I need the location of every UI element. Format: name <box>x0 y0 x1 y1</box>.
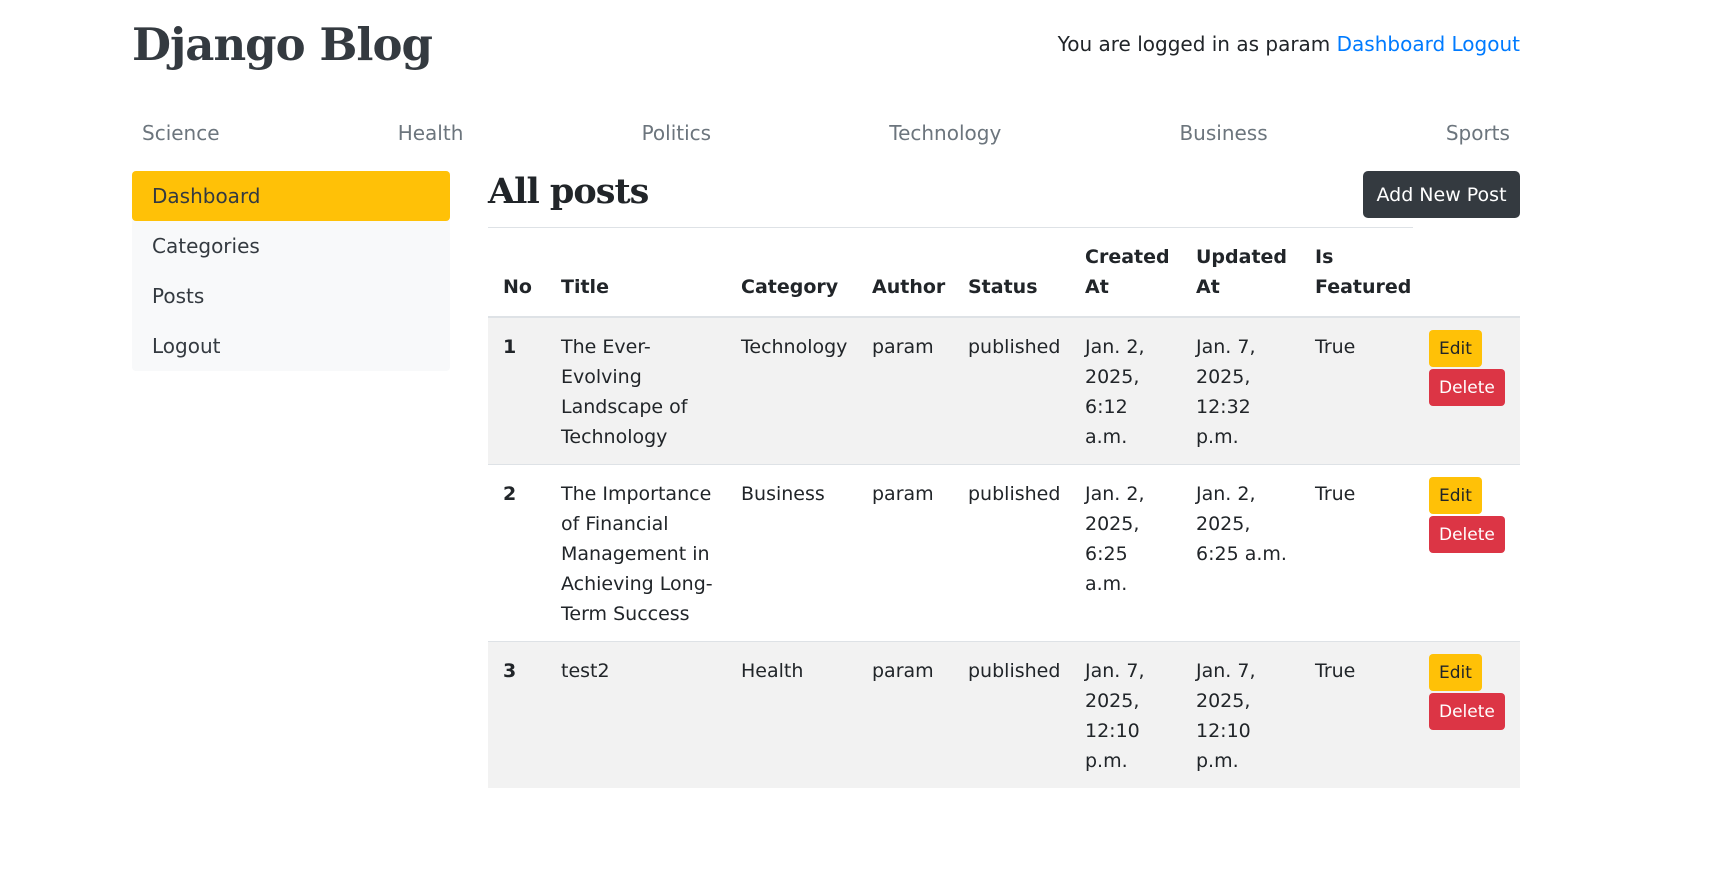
row-updated-at: Jan. 7, 2025, 12:32 p.m. <box>1181 316 1300 465</box>
row-author: param <box>857 641 953 788</box>
row-created-at: Jan. 2, 2025, 6:25 a.m. <box>1070 464 1181 642</box>
row-actions: Edit Delete <box>1414 641 1520 788</box>
category-link-technology[interactable]: Technology <box>889 121 1001 145</box>
delete-post-button[interactable]: Delete <box>1429 693 1505 730</box>
row-category: Business <box>726 464 857 642</box>
sidebar-item-logout[interactable]: Logout <box>132 321 450 371</box>
column-header-is-featured: Is Featured <box>1300 228 1414 318</box>
sidebar-item-categories[interactable]: Categories <box>132 221 450 271</box>
column-header-author: Author <box>857 228 953 318</box>
logged-in-text: You are logged in as param <box>1057 32 1331 56</box>
row-updated-at: Jan. 7, 2025, 12:10 p.m. <box>1181 641 1300 788</box>
category-link-business[interactable]: Business <box>1179 121 1267 145</box>
row-no: 2 <box>488 464 546 642</box>
category-link-sports[interactable]: Sports <box>1446 121 1510 145</box>
add-new-post-button[interactable]: Add New Post <box>1363 171 1520 218</box>
table-row: 3 test2 Health param published Jan. 7, 2… <box>488 641 1520 788</box>
column-header-title: Title <box>546 228 726 318</box>
site-brand[interactable]: Django Blog <box>132 18 433 71</box>
row-created-at: Jan. 2, 2025, 6:12 a.m. <box>1070 316 1181 465</box>
row-is-featured: True <box>1300 641 1414 788</box>
column-header-updated-at: Updated At <box>1181 228 1300 318</box>
column-header-no: No <box>488 228 546 318</box>
table-header-row: No Title Category Author Status Created … <box>488 228 1520 318</box>
main-content: All posts Add New Post No Title Category… <box>488 171 1520 788</box>
user-status: You are logged in as param Dashboard Log… <box>1058 32 1520 56</box>
edit-post-button[interactable]: Edit <box>1429 330 1482 367</box>
row-created-at: Jan. 7, 2025, 12:10 p.m. <box>1070 641 1181 788</box>
row-category: Technology <box>726 316 857 465</box>
column-header-created-at: Created At <box>1070 228 1181 318</box>
column-header-status: Status <box>953 228 1070 318</box>
row-status: published <box>953 316 1070 465</box>
row-author: param <box>857 464 953 642</box>
sidebar-item-dashboard[interactable]: Dashboard <box>132 171 450 221</box>
edit-post-button[interactable]: Edit <box>1429 477 1482 514</box>
row-title: The Importance of Financial Management i… <box>546 464 726 642</box>
row-status: published <box>953 464 1070 642</box>
header-dashboard-link[interactable]: Dashboard <box>1337 32 1446 56</box>
column-header-actions <box>1414 228 1520 318</box>
row-updated-at: Jan. 2, 2025, 6:25 a.m. <box>1181 464 1300 642</box>
sidebar-item-posts[interactable]: Posts <box>132 271 450 321</box>
edit-post-button[interactable]: Edit <box>1429 654 1482 691</box>
sidebar: Dashboard Categories Posts Logout <box>132 171 450 371</box>
row-title: The Ever-Evolving Landscape of Technolog… <box>546 316 726 465</box>
table-row: 1 The Ever-Evolving Landscape of Technol… <box>488 316 1520 465</box>
column-header-category: Category <box>726 228 857 318</box>
row-actions: Edit Delete <box>1414 464 1520 642</box>
row-status: published <box>953 641 1070 788</box>
table-row: 2 The Importance of Financial Management… <box>488 464 1520 642</box>
row-is-featured: True <box>1300 464 1414 642</box>
header-divider <box>488 227 1413 228</box>
category-nav: Science Health Politics Technology Busin… <box>132 108 1520 158</box>
posts-table: No Title Category Author Status Created … <box>488 228 1520 788</box>
row-actions: Edit Delete <box>1414 316 1520 465</box>
row-no: 3 <box>488 641 546 788</box>
row-author: param <box>857 316 953 465</box>
site-header: Django Blog You are logged in as param D… <box>132 0 1520 95</box>
header-logout-link[interactable]: Logout <box>1452 32 1520 56</box>
page-container: Django Blog You are logged in as param D… <box>132 0 1520 891</box>
category-link-science[interactable]: Science <box>142 121 220 145</box>
row-category: Health <box>726 641 857 788</box>
category-link-politics[interactable]: Politics <box>642 121 712 145</box>
category-link-health[interactable]: Health <box>398 121 464 145</box>
row-no: 1 <box>488 316 546 465</box>
row-is-featured: True <box>1300 316 1414 465</box>
delete-post-button[interactable]: Delete <box>1429 516 1505 553</box>
main-header: All posts Add New Post <box>488 171 1520 228</box>
page-title: All posts <box>488 171 649 212</box>
row-title: test2 <box>546 641 726 788</box>
delete-post-button[interactable]: Delete <box>1429 369 1505 406</box>
